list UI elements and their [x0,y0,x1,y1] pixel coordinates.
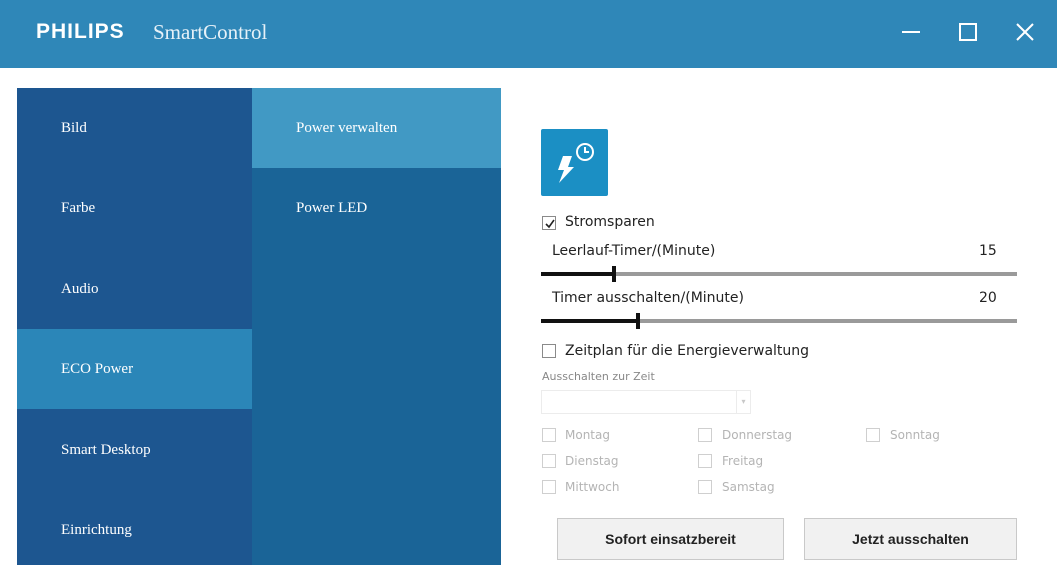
day-checkbox-donnerstag[interactable] [698,428,712,442]
ready-now-button[interactable]: Sofort einsatzbereit [557,518,784,560]
schedule-label: Zeitplan für die Energieverwaltung [565,343,810,359]
nav-item-audio[interactable]: Audio [17,249,252,329]
idle-timer-value: 15 [979,243,997,259]
off-timer-label: Timer ausschalten/(Minute) [552,290,744,306]
settings-panel: Stromsparen Leerlauf-Timer/(Minute) 15 T… [501,68,1057,565]
maximize-button[interactable] [951,17,985,47]
minimize-button[interactable] [894,17,928,47]
shutdown-now-button[interactable]: Jetzt ausschalten [804,518,1017,560]
close-icon [1016,23,1034,41]
day-checkbox-montag[interactable] [542,428,556,442]
subnav-item-power-led[interactable]: Power LED [252,168,501,248]
off-time-label: Ausschalten zur Zeit [542,370,655,383]
off-timer-slider-fill [541,319,638,323]
day-checkbox-dienstag[interactable] [542,454,556,468]
day-label-montag: Montag [565,428,610,442]
nav-item-bild[interactable]: Bild [17,88,252,168]
primary-nav: Bild Farbe Audio ECO Power Smart Desktop… [17,88,252,565]
day-label-sonntag: Sonntag [890,428,940,442]
off-timer-slider-thumb[interactable] [635,313,640,329]
subnav-item-power-verwalten[interactable]: Power verwalten [252,88,501,168]
off-time-select[interactable]: ▾ [541,390,751,414]
day-checkbox-freitag[interactable] [698,454,712,468]
idle-timer-slider-fill [541,272,614,276]
minimize-icon [902,31,920,33]
schedule-checkbox[interactable] [542,344,556,358]
day-label-samstag: Samstag [722,480,775,494]
nav-item-einrichtung[interactable]: Einrichtung [17,490,252,565]
nav-item-farbe[interactable]: Farbe [17,168,252,248]
chevron-down-icon: ▾ [736,391,750,413]
idle-timer-slider-thumb[interactable] [611,266,616,282]
idle-timer-slider[interactable] [541,266,1017,282]
power-saving-label: Stromsparen [565,214,655,230]
day-label-freitag: Freitag [722,454,764,468]
day-label-donnerstag: Donnerstag [722,428,793,442]
off-timer-slider[interactable] [541,313,1017,329]
power-saving-checkbox[interactable] [542,216,556,230]
day-label-dienstag: Dienstag [565,454,619,468]
app-title: SmartControl [153,20,268,44]
power-timer-icon [541,129,608,196]
day-checkbox-samstag[interactable] [698,480,712,494]
secondary-nav: Power verwalten Power LED [252,88,501,565]
nav-item-smart-desktop[interactable]: Smart Desktop [17,410,252,490]
off-timer-value: 20 [979,290,997,306]
title-bar: PHILIPS SmartControl [0,0,1057,68]
maximize-icon [959,23,977,41]
nav-item-eco-power[interactable]: ECO Power [17,329,252,409]
philips-logo: PHILIPS [36,20,125,43]
close-button[interactable] [1008,17,1042,47]
day-checkbox-sonntag[interactable] [866,428,880,442]
day-label-mittwoch: Mittwoch [565,480,620,494]
checkmark-icon [545,219,555,229]
day-checkbox-mittwoch[interactable] [542,480,556,494]
idle-timer-label: Leerlauf-Timer/(Minute) [552,243,716,259]
